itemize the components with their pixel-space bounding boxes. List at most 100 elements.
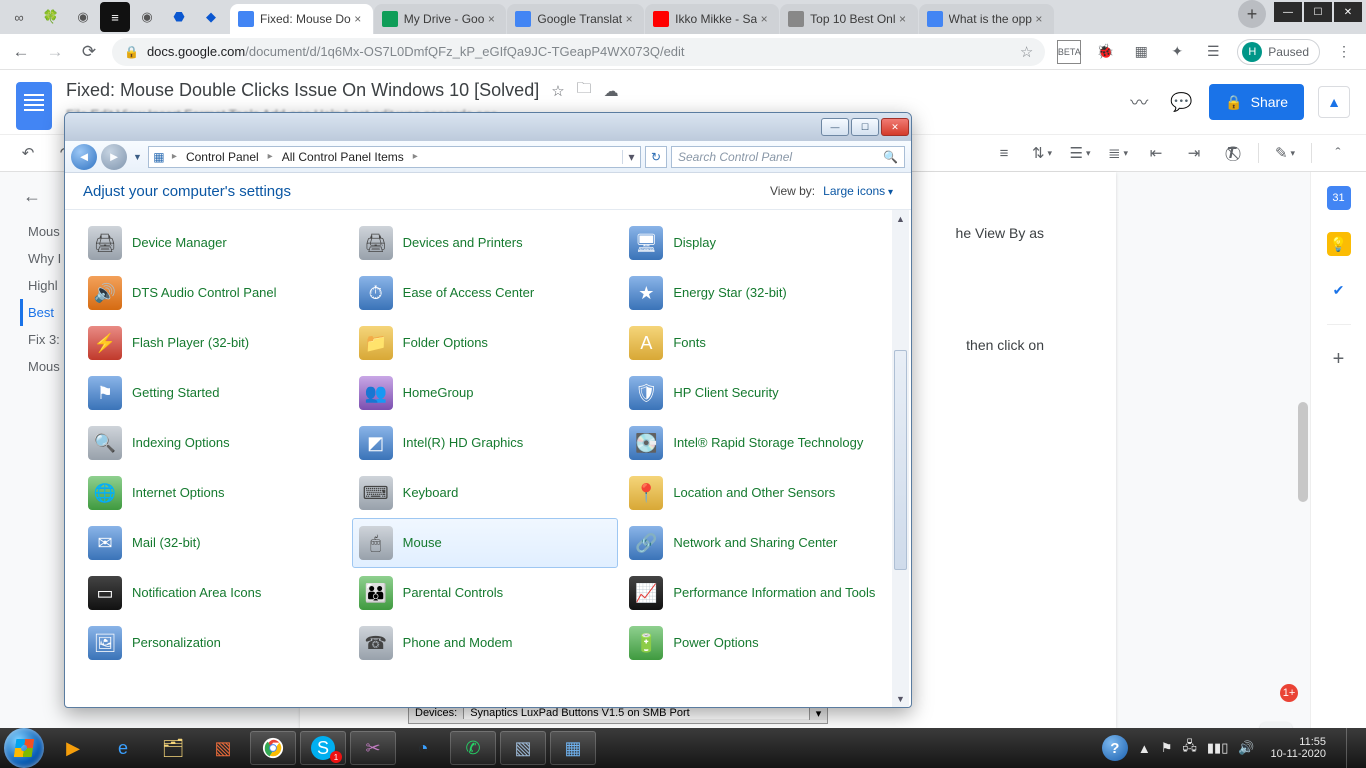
window-maximize-icon[interactable]: ☐ (851, 118, 879, 136)
history-dropdown-icon[interactable]: ▼ (131, 152, 144, 162)
taskbar-app-whatsapp[interactable]: ✆ (450, 731, 496, 765)
cp-item[interactable]: 🖥 Display (622, 218, 889, 268)
account-avatar-icon[interactable]: ▲ (1318, 86, 1350, 118)
cp-item[interactable]: 🖱 Mouse (352, 518, 619, 568)
forward-button[interactable]: ► (101, 144, 127, 170)
forward-button[interactable]: → (44, 41, 66, 63)
cp-item[interactable]: ★ Energy Star (32-bit) (622, 268, 889, 318)
cp-item[interactable]: ⌨ Keyboard (352, 468, 619, 518)
outdent-icon[interactable]: ⇤ (1144, 141, 1168, 165)
reading-list-icon[interactable]: ☰ (1201, 40, 1225, 64)
collapse-toolbar-icon[interactable]: ˆ (1326, 141, 1350, 165)
cloud-status-icon[interactable]: ☁ (604, 82, 619, 100)
flag-icon[interactable]: ⚑ (1161, 740, 1173, 756)
browser-tab[interactable]: Google Translat × (507, 4, 644, 34)
cp-item[interactable]: ◩ Intel(R) HD Graphics (352, 418, 619, 468)
cp-item[interactable]: ▭ Notification Area Icons (81, 568, 348, 618)
cp-item[interactable]: 📁 Folder Options (352, 318, 619, 368)
extension-icon[interactable]: ▦ (1129, 40, 1153, 64)
tab-close-icon[interactable]: × (896, 12, 910, 26)
browser-tab[interactable]: Fixed: Mouse Do × (230, 4, 373, 34)
tab-close-icon[interactable]: × (484, 12, 498, 26)
share-button[interactable]: 🔒 Share (1209, 84, 1304, 120)
cp-item[interactable]: 🔍 Indexing Options (81, 418, 348, 468)
pinned-ext-icon[interactable]: 🍀 (36, 2, 66, 32)
cp-item[interactable]: ⏱ Ease of Access Center (352, 268, 619, 318)
browser-tab[interactable]: My Drive - Goo × (374, 4, 507, 34)
tray-clock[interactable]: 11:55 10-11-2020 (1265, 736, 1332, 760)
activity-icon[interactable]: 〰 (1125, 88, 1153, 116)
viewby-dropdown[interactable]: Large icons (823, 184, 893, 198)
start-button[interactable] (4, 728, 44, 768)
path-dropdown-icon[interactable]: ▾ (622, 150, 640, 164)
taskbar-app-generic[interactable]: ▧ (500, 731, 546, 765)
pinned-ext-icon[interactable]: ◆ (196, 2, 226, 32)
bulleted-list-icon[interactable]: ≣ (1106, 141, 1130, 165)
pinned-ext-icon[interactable]: ∞ (4, 2, 34, 32)
cp-item[interactable]: 🖼 Personalization (81, 618, 348, 668)
numbered-list-icon[interactable]: ☰ (1068, 141, 1092, 165)
cp-item[interactable] (352, 209, 619, 218)
editing-mode-icon[interactable]: ✎ (1273, 141, 1297, 165)
tab-close-icon[interactable]: × (757, 12, 771, 26)
cp-item[interactable] (81, 209, 348, 218)
extension-icon[interactable]: BETA (1057, 40, 1081, 64)
star-doc-icon[interactable]: ☆ (551, 82, 564, 100)
tasks-addon-icon[interactable]: ✔ (1327, 278, 1351, 302)
cp-item[interactable]: 🛡 HP Client Security (622, 368, 889, 418)
browser-tab[interactable]: Ikko Mikke - Sa × (645, 4, 779, 34)
tab-close-icon[interactable]: × (622, 12, 636, 26)
window-maximize-icon[interactable]: ☐ (1304, 2, 1332, 22)
keep-addon-icon[interactable]: 💡 (1327, 232, 1351, 256)
taskbar-app-skype[interactable]: S 1 (300, 731, 346, 765)
browser-tab[interactable]: What is the opp × (919, 4, 1054, 34)
scrollbar-thumb[interactable] (894, 350, 907, 570)
cp-item[interactable]: 🖨 Device Manager (81, 218, 348, 268)
outline-toggle-icon[interactable]: ← (20, 184, 44, 208)
cp-item[interactable]: ☎ Phone and Modem (352, 618, 619, 668)
pinned-ext-icon[interactable]: ⬣ (164, 2, 194, 32)
cp-item[interactable]: ⚑ Getting Started (81, 368, 348, 418)
page-scrollbar-thumb[interactable] (1298, 402, 1308, 502)
taskbar-app-ie[interactable]: e (100, 731, 146, 765)
pinned-ext-icon[interactable]: ≡ (100, 2, 130, 32)
breadcrumb-bar[interactable]: ▦ ▸ Control Panel ▸ All Control Panel It… (148, 146, 641, 168)
omnibox[interactable]: 🔒 docs.google.com/document/d/1q6Mx-OS7L0… (112, 38, 1045, 66)
cp-item[interactable] (622, 209, 889, 218)
cp-titlebar[interactable]: — ☐ ✕ (65, 113, 911, 141)
indent-icon[interactable]: ⇥ (1182, 141, 1206, 165)
docs-logo-icon[interactable] (16, 82, 52, 130)
cp-item[interactable]: 👪 Parental Controls (352, 568, 619, 618)
profile-chip[interactable]: H Paused (1237, 39, 1320, 65)
calendar-addon-icon[interactable]: 31 (1327, 186, 1351, 210)
cp-item[interactable]: 💽 Intel® Rapid Storage Technology (622, 418, 889, 468)
show-desktop-button[interactable] (1346, 728, 1358, 768)
cp-item[interactable]: A Fonts (622, 318, 889, 368)
back-button[interactable]: ◄ (71, 144, 97, 170)
pinned-ext-icon[interactable]: ◉ (68, 2, 98, 32)
comments-icon[interactable]: 💬 (1167, 88, 1195, 116)
chrome-menu-icon[interactable]: ⋮ (1332, 40, 1356, 64)
cp-item[interactable]: 👥 HomeGroup (352, 368, 619, 418)
move-doc-icon[interactable]: 🗀 (577, 78, 592, 103)
bookmark-star-icon[interactable]: ☆ (1020, 43, 1033, 61)
extensions-menu-icon[interactable]: ✦ (1165, 40, 1189, 64)
taskbar-app-chrome[interactable] (250, 731, 296, 765)
chevron-right-icon[interactable]: ▸ (410, 151, 421, 162)
taskbar-app-media[interactable]: ▶ (50, 731, 96, 765)
cp-item[interactable]: ⚡ Flash Player (32-bit) (81, 318, 348, 368)
taskbar-app-powerpoint[interactable]: ▧ (200, 731, 246, 765)
browser-tab[interactable]: Top 10 Best Onl × (780, 4, 917, 34)
chevron-right-icon[interactable]: ▸ (169, 151, 180, 162)
tab-close-icon[interactable]: × (351, 12, 365, 26)
chevron-down-icon[interactable]: ▾ (809, 707, 827, 720)
cp-item[interactable]: 📍 Location and Other Sensors (622, 468, 889, 518)
network-icon[interactable]: 🖧 (1182, 737, 1197, 759)
taskbar-app-edge[interactable]: ◔ (400, 731, 446, 765)
back-button[interactable]: ← (10, 41, 32, 63)
scroll-up-icon[interactable]: ▲ (892, 210, 909, 227)
tray-overflow-icon[interactable]: ▲ (1138, 741, 1151, 756)
pinned-ext-icon[interactable]: ◉ (132, 2, 162, 32)
chevron-right-icon[interactable]: ▸ (265, 151, 276, 162)
new-tab-button[interactable]: + (1238, 0, 1266, 28)
